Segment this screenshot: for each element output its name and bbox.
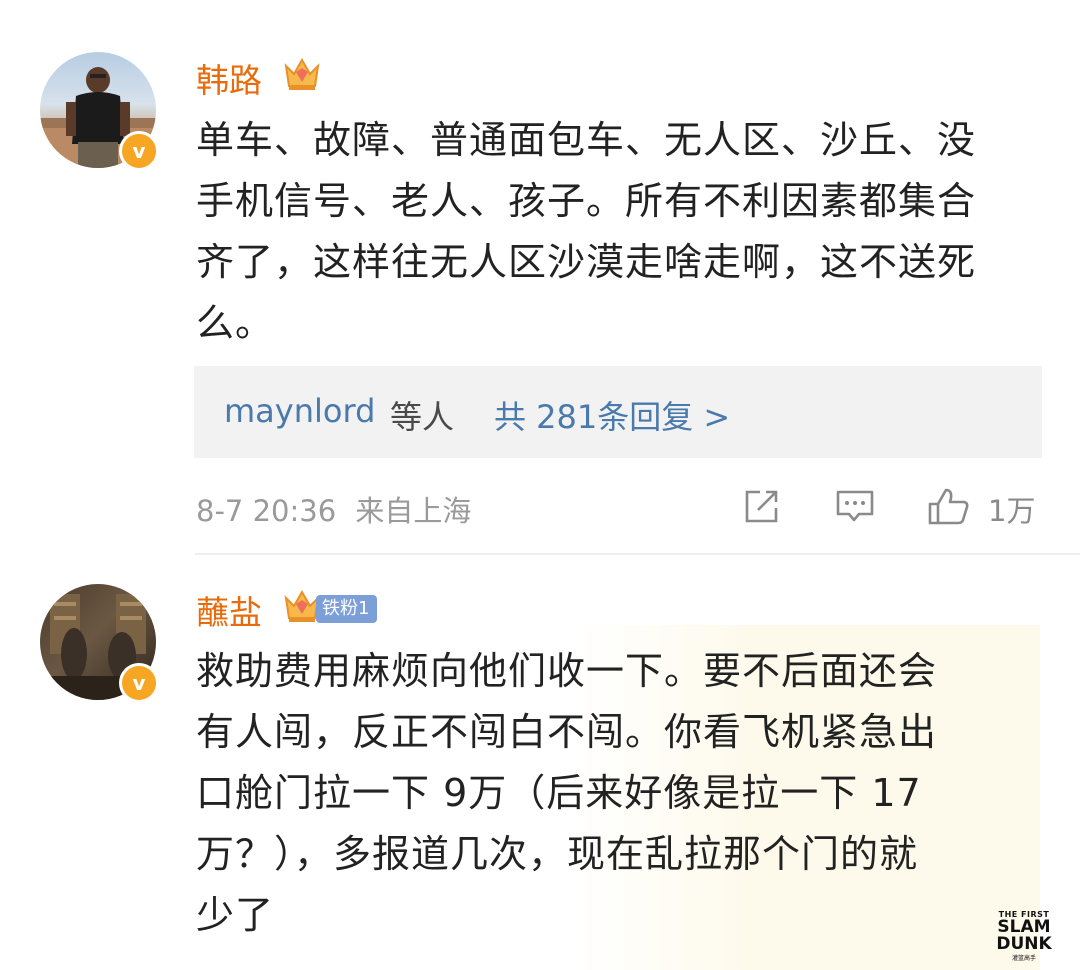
comment-meta: 8-7 20:36 来自上海 bbox=[196, 488, 471, 530]
crown-icon[interactable] bbox=[282, 56, 322, 92]
like-icon[interactable] bbox=[926, 486, 972, 526]
watermark-logo: THE FIRST SLAM DUNK 灌篮高手 bbox=[996, 910, 1052, 962]
comment-1: v 韩路 单车、故障、普通面包车、无人区、沙丘、没 手机信号、老人、孩子。所有不… bbox=[0, 0, 1080, 553]
share-icon[interactable] bbox=[742, 486, 782, 526]
replies-box[interactable]: maynlord 等人 共 281条回复 > bbox=[194, 366, 1042, 458]
watermark-line3: 灌篮高手 bbox=[1011, 955, 1036, 962]
username[interactable]: 蘸盐 bbox=[196, 586, 262, 634]
watermark-line2b: DUNK bbox=[996, 934, 1052, 954]
verified-icon: v bbox=[119, 131, 159, 171]
location: 来自上海 bbox=[355, 494, 472, 528]
username[interactable]: 韩路 bbox=[196, 54, 262, 102]
verified-icon: v bbox=[119, 663, 159, 703]
comment-text: 单车、故障、普通面包车、无人区、沙丘、没 手机信号、老人、孩子。所有不利因素都集… bbox=[196, 118, 977, 345]
reply-user-link[interactable]: maynlord bbox=[224, 392, 375, 430]
fan-badge[interactable]: 铁粉1 bbox=[316, 595, 378, 623]
like-count: 1万 bbox=[988, 494, 1036, 528]
comment-icon[interactable] bbox=[834, 486, 876, 526]
timestamp: 8-7 20:36 bbox=[196, 494, 337, 528]
comment-text: 救助费用麻烦向他们收一下。要不后面还会 有人闯，反正不闯白不闯。你看飞机紧急出 … bbox=[196, 649, 938, 937]
reply-count-link[interactable]: 共 281条回复 > bbox=[494, 392, 730, 438]
comment-2: v 蘸盐 铁粉1 救助费用麻烦向他们收一下。要不后面还会 有人闯，反正不闯白不闯… bbox=[0, 555, 1080, 970]
reply-suffix: 等人 bbox=[390, 398, 455, 436]
